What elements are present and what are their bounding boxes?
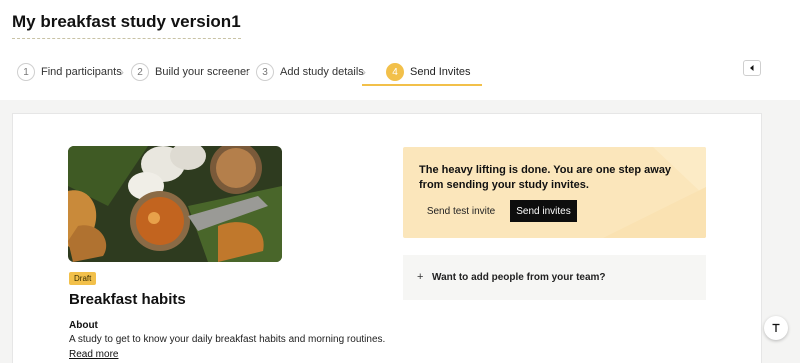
breakfast-image [68, 146, 282, 262]
chevron-right-icon: › [120, 65, 124, 79]
scroll-to-top-icon [772, 323, 780, 332]
caret-left-icon [750, 65, 754, 71]
about-text: A study to get to know your daily breakf… [69, 334, 386, 345]
add-team-members-accordion[interactable]: + Want to add people from your team? [403, 255, 706, 300]
read-more-link[interactable]: Read more [69, 349, 118, 360]
step-find-participants[interactable]: 1 Find participants [17, 58, 122, 86]
top-bar: My breakfast study version1 1 Find parti… [0, 0, 800, 100]
study-title[interactable]: My breakfast study version1 [12, 12, 241, 39]
step-build-screener[interactable]: 2 Build your screener [131, 58, 250, 86]
collapse-panel-button[interactable] [743, 60, 761, 76]
invite-message: The heavy lifting is done. You are one s… [419, 164, 672, 191]
study-name: Breakfast habits [69, 291, 186, 308]
send-invites-panel: The heavy lifting is done. You are one s… [403, 147, 706, 238]
step-number: 1 [17, 63, 35, 81]
status-badge: Draft [69, 272, 97, 285]
step-add-study-details[interactable]: 3 Add study details [256, 58, 364, 86]
step-label: Send Invites [410, 66, 471, 78]
step-number: 2 [131, 63, 149, 81]
send-invites-button[interactable]: Send invites [510, 200, 577, 222]
active-step-indicator [362, 84, 482, 86]
scroll-to-top-button[interactable] [764, 316, 788, 340]
about-heading: About [69, 320, 98, 331]
step-number: 3 [256, 63, 274, 81]
step-label: Find participants [41, 66, 122, 78]
step-label: Build your screener [155, 66, 250, 78]
step-label: Add study details [280, 66, 364, 78]
add-team-label: Want to add people from your team? [432, 272, 606, 283]
plus-icon: + [417, 271, 424, 283]
chevron-right-icon: › [362, 65, 366, 79]
step-send-invites[interactable]: 4 Send Invites [386, 58, 471, 86]
chevron-right-icon: › [245, 65, 249, 79]
send-test-invite-button[interactable]: Send test invite [419, 200, 503, 222]
step-number: 4 [386, 63, 404, 81]
study-card: Draft Breakfast habits About A study to … [12, 113, 762, 363]
breakfast-photo [68, 146, 282, 262]
stepper: 1 Find participants 2 Build your screene… [0, 58, 560, 86]
